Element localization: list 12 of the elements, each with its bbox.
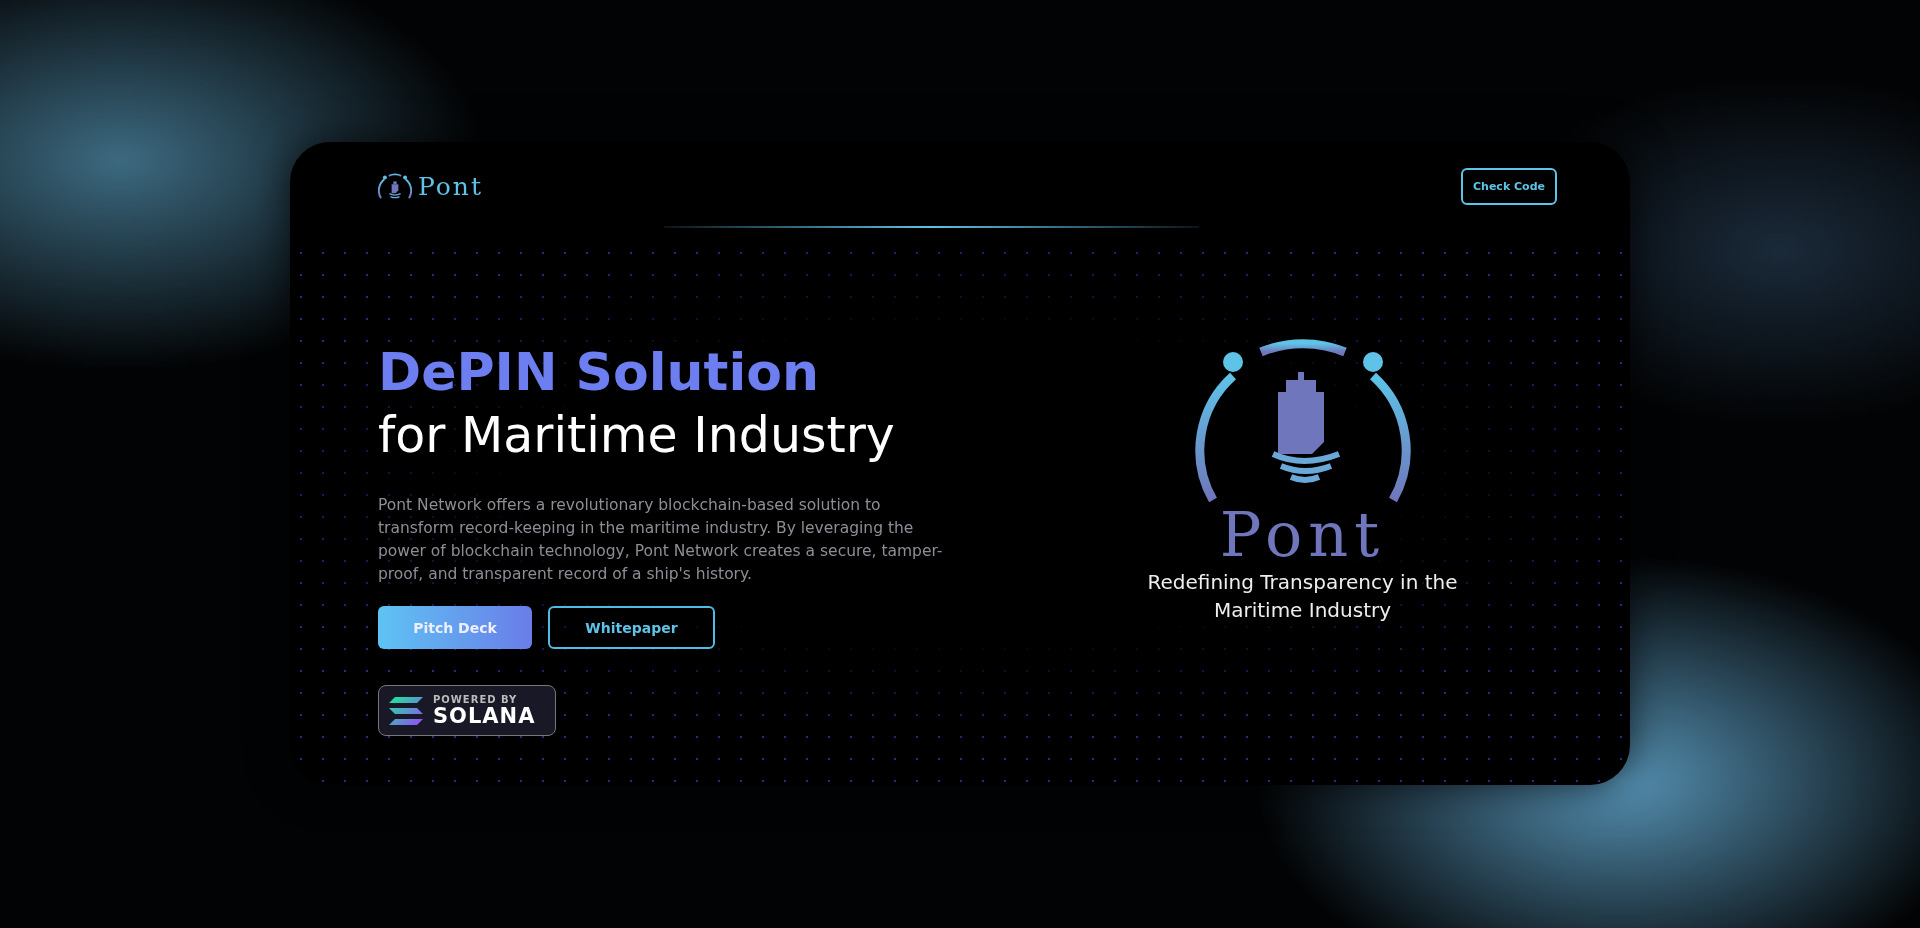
badge-caption: POWERED BY [433, 694, 519, 705]
tagline: Redefining Transparency in the Maritime Industry [1146, 569, 1459, 624]
badge-wordmark: SOLANA [433, 705, 536, 727]
brand-name: Pont [418, 172, 483, 201]
check-code-button[interactable]: Check Code [1461, 168, 1557, 205]
hero-subtitle: for Maritime Industry [378, 406, 895, 466]
ship-logo-icon [378, 172, 412, 201]
hero-description: Pont Network offers a revolutionary blockchain-based solution to transform record-keeping in the maritime industry. By leveraging the power of blockchain technology, Pont Network creates a secure, tamper-proof, and transparent record of a ship's history. [378, 495, 944, 585]
hero-title: DePIN Solution [378, 341, 819, 404]
secondary-button[interactable]: Whitepaper [548, 606, 715, 649]
brand-wordmark: Pont [1219, 502, 1386, 568]
stripes-icon [389, 696, 423, 725]
